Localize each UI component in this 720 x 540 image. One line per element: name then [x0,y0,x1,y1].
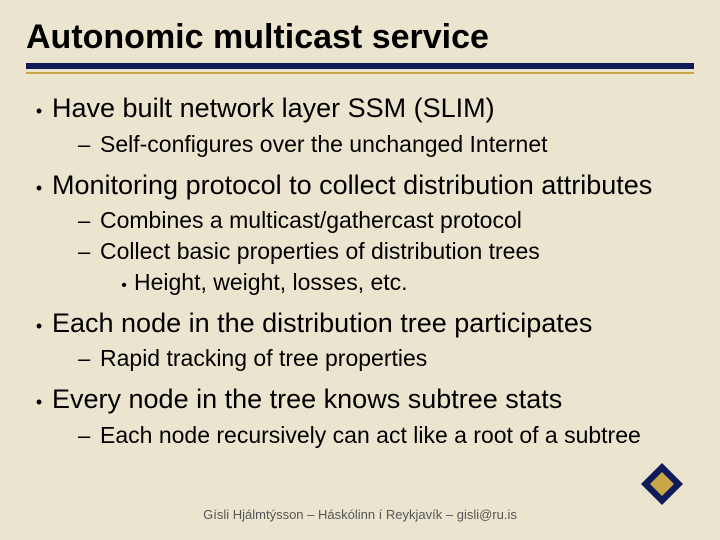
bullet-text: Have built network layer SSM (SLIM) [52,92,495,126]
subbullet-text: Combines a multicast/gathercast protocol [100,206,522,235]
list-item: • Every node in the tree knows subtree s… [26,383,694,450]
logo-icon [640,462,684,506]
bullet-text: Each node in the distribution tree parti… [52,307,592,341]
list-item: • Have built network layer SSM (SLIM) – … [26,92,694,159]
list-item: • Monitoring protocol to collect distrib… [26,169,694,297]
bullet-text: Every node in the tree knows subtree sta… [52,383,562,417]
subbullet-text: Collect basic properties of distribution… [100,237,540,266]
bullet-icon: • [26,316,52,337]
subbullet-text: Rapid tracking of tree properties [100,344,427,373]
footer-text: Gísli Hjálmtýsson – Háskólinn í Reykjaví… [0,507,720,522]
list-item: • Height, weight, losses, etc. [114,268,694,297]
bullet-icon: • [114,277,134,295]
list-item: – Combines a multicast/gathercast protoc… [78,206,694,235]
bullet-icon: • [26,101,52,122]
slide-title: Autonomic multicast service [26,18,694,57]
list-item: – Each node recursively can act like a r… [78,421,694,450]
list-item: – Self-configures over the unchanged Int… [78,130,694,159]
dash-icon: – [78,208,100,234]
dash-icon: – [78,346,100,372]
bullet-icon: • [26,178,52,199]
subbullet-text: Self-configures over the unchanged Inter… [100,130,548,159]
dash-icon: – [78,423,100,449]
title-rule-thick [26,63,694,69]
bullet-list: • Have built network layer SSM (SLIM) – … [26,92,694,450]
subsubbullet-text: Height, weight, losses, etc. [134,268,408,297]
list-item: – Rapid tracking of tree properties [78,344,694,373]
dash-icon: – [78,132,100,158]
list-item: – Collect basic properties of distributi… [78,237,694,297]
title-rule-thin [26,72,694,74]
dash-icon: – [78,239,100,265]
bullet-icon: • [26,392,52,413]
bullet-text: Monitoring protocol to collect distribut… [52,169,652,203]
subbullet-text: Each node recursively can act like a roo… [100,421,641,450]
slide: Autonomic multicast service • Have built… [0,0,720,540]
list-item: • Each node in the distribution tree par… [26,307,694,374]
